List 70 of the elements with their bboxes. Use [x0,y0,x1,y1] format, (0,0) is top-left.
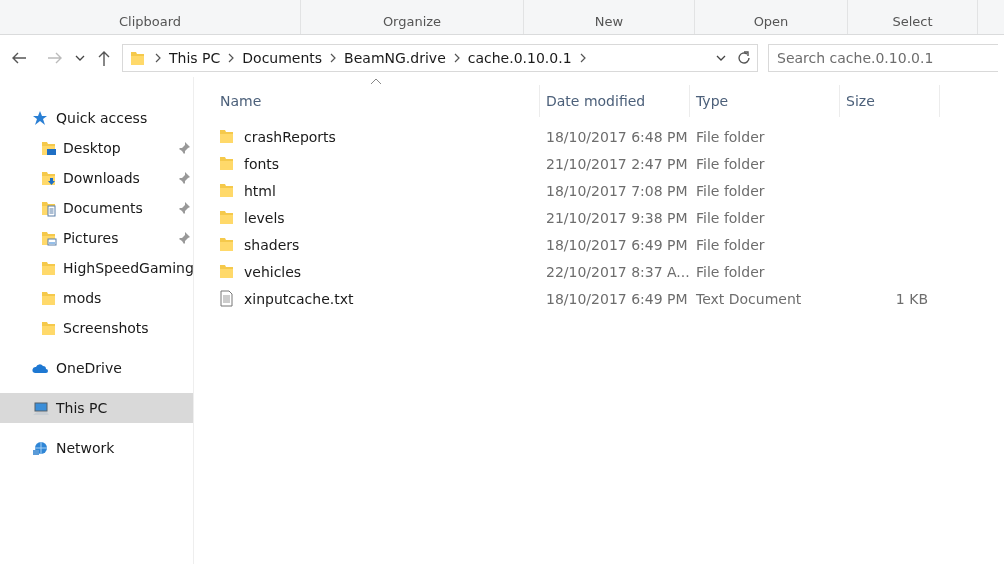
ribbon-group-label: Select [892,14,933,29]
pictures-folder-icon [40,229,58,247]
folder-icon [218,128,236,145]
folder-icon [40,319,58,337]
up-icon[interactable] [96,49,112,67]
table-cell: File folder [696,236,765,253]
sidebar-item[interactable]: Downloads [0,163,193,193]
table-cell: 21/10/2017 2:47 PM [546,155,688,172]
table-cell: File folder [696,263,765,280]
column-header[interactable]: Type [690,85,840,117]
table-cell: 18/10/2017 6:48 PM [546,128,688,145]
downloads-folder-icon [40,169,58,187]
table-cell: 1 KB [895,290,928,307]
file-name[interactable]: shaders [244,236,300,253]
sidebar-item[interactable]: Quick access [0,103,193,133]
sidebar-item[interactable]: Pictures [0,223,193,253]
desktop-folder-icon [40,139,58,157]
breadcrumb[interactable]: Documents [242,50,323,66]
folder-icon [218,182,236,199]
chevron-right-icon [153,52,163,64]
file-name[interactable]: vehicles [244,263,302,280]
sidebar-item[interactable]: Documents [0,193,193,223]
text-file-icon [218,290,236,307]
sidebar-item[interactable]: Network [0,433,193,463]
table-cell: 21/10/2017 9:38 PM [546,209,688,226]
sidebar-item[interactable]: This PC [0,393,193,423]
address-bar[interactable]: This PC Documents BeamNG.drive cache.0.10.0.1 [122,44,758,72]
table-cell: File folder [696,155,765,172]
file-name[interactable]: fonts [244,155,280,172]
ribbon-group-label: New [594,14,624,29]
table-cell: 18/10/2017 6:49 PM [546,236,688,253]
column-header[interactable]: Date modified [540,85,690,117]
column-header[interactable]: Size [840,85,940,117]
table-cell: Text Document [696,290,802,307]
file-name[interactable]: levels [244,209,285,226]
refresh-icon[interactable] [735,49,753,67]
breadcrumb[interactable]: cache.0.10.0.1 [467,50,572,66]
sidebar-item[interactable]: mods [0,283,193,313]
folder-icon [40,259,58,277]
sort-up-icon [369,77,383,85]
documents-folder-icon [40,199,58,217]
file-name[interactable]: html [244,182,276,199]
table-cell: File folder [696,209,765,226]
table-cell: 18/10/2017 7:08 PM [546,182,688,199]
table-cell: 22/10/2017 8:37 A... [546,263,690,280]
breadcrumb[interactable]: BeamNG.drive [344,50,446,66]
globe-icon [32,439,50,457]
folder-icon [218,155,236,172]
table-cell: File folder [696,182,765,199]
sidebar-item[interactable]: HighSpeedGaming [0,253,193,283]
table-cell: 18/10/2017 6:49 PM [546,290,688,307]
sidebar-item[interactable]: Desktop [0,133,193,163]
back-icon[interactable] [10,50,28,66]
folder-icon [218,263,236,280]
column-header[interactable]: Name [214,85,540,117]
ribbon-group-label: Organize [382,14,442,29]
folder-icon [218,209,236,226]
breadcrumb[interactable]: This PC [169,50,221,66]
ribbon-group-label: Open [753,14,789,29]
folder-icon [40,289,58,307]
folder-icon [218,236,236,253]
file-name[interactable]: crashReports [244,128,336,145]
sidebar-item[interactable]: OneDrive [0,353,193,383]
table-cell: File folder [696,128,765,145]
sidebar-item[interactable]: Screenshots [0,313,193,343]
ribbon-group-label: Clipboard [118,14,182,29]
folder-icon [129,49,147,67]
search-field[interactable]: Search cache.0.10.0.1 [768,44,998,72]
computer-icon [32,399,50,417]
file-name[interactable]: xinputcache.txt [244,290,354,307]
